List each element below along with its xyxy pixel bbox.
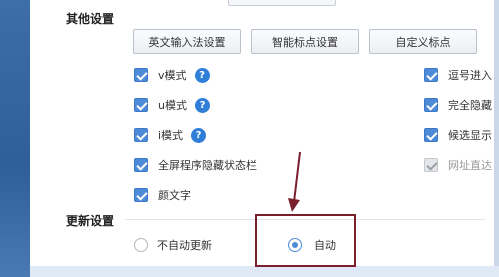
option-candidate-display[interactable]: 候选显示 <box>424 126 494 144</box>
option-i-mode[interactable]: i模式 ? <box>134 126 207 144</box>
kaomoji-checkbox[interactable] <box>134 188 148 202</box>
fully-hide-label: 完全隐藏 <box>448 99 492 112</box>
help-icon[interactable]: ? <box>194 97 210 113</box>
english-input-settings-button[interactable]: 英文输入法设置 <box>133 29 241 54</box>
hide-statusbar-checkbox[interactable] <box>134 158 148 172</box>
url-direct-label: 网址直达 <box>448 159 492 172</box>
hide-statusbar-label: 全屏程序隐藏状态栏 <box>158 159 257 172</box>
update-settings-title: 更新设置 <box>66 214 115 228</box>
option-comma-enter[interactable]: 逗号进入 <box>424 66 494 84</box>
i-mode-checkbox[interactable] <box>134 128 148 142</box>
u-mode-label: u模式 <box>158 99 187 112</box>
candidate-display-label: 候选显示 <box>448 129 492 142</box>
v-mode-checkbox[interactable] <box>134 68 148 82</box>
option-v-mode[interactable]: v模式 ? <box>134 66 210 84</box>
fully-hide-checkbox[interactable] <box>424 98 438 112</box>
url-direct-checkbox <box>424 158 438 172</box>
comma-enter-checkbox[interactable] <box>424 68 438 82</box>
help-icon[interactable]: ? <box>191 127 207 143</box>
window-left-edge <box>0 0 30 277</box>
radio-no-auto-update[interactable]: 不自动更新 <box>134 236 212 254</box>
custom-punctuation-button[interactable]: 自定义标点 <box>369 29 477 54</box>
option-fully-hide[interactable]: 完全隐藏 <box>424 96 494 114</box>
annotation-arrow-icon <box>288 151 301 212</box>
top-button-stub[interactable] <box>228 0 336 6</box>
option-u-mode[interactable]: u模式 ? <box>134 96 210 114</box>
v-mode-label: v模式 <box>158 69 187 82</box>
option-kaomoji[interactable]: 颜文字 <box>134 186 191 204</box>
option-url-direct: 网址直达 <box>424 156 494 174</box>
other-settings-title: 其他设置 <box>66 12 115 26</box>
option-hide-statusbar-fullscreen[interactable]: 全屏程序隐藏状态栏 <box>134 156 257 174</box>
help-icon[interactable]: ? <box>194 67 210 83</box>
candidate-display-checkbox[interactable] <box>424 128 438 142</box>
kaomoji-label: 颜文字 <box>158 189 191 202</box>
comma-enter-label: 逗号进入 <box>448 69 492 82</box>
bottom-bar <box>30 266 499 277</box>
smart-punctuation-settings-button[interactable]: 智能标点设置 <box>251 29 359 54</box>
annotation-highlight-box <box>255 214 356 267</box>
no-auto-update-radio[interactable] <box>134 238 148 252</box>
u-mode-checkbox[interactable] <box>134 98 148 112</box>
i-mode-label: i模式 <box>158 129 184 142</box>
no-auto-update-label: 不自动更新 <box>157 239 212 252</box>
window-right-edge <box>494 0 499 277</box>
